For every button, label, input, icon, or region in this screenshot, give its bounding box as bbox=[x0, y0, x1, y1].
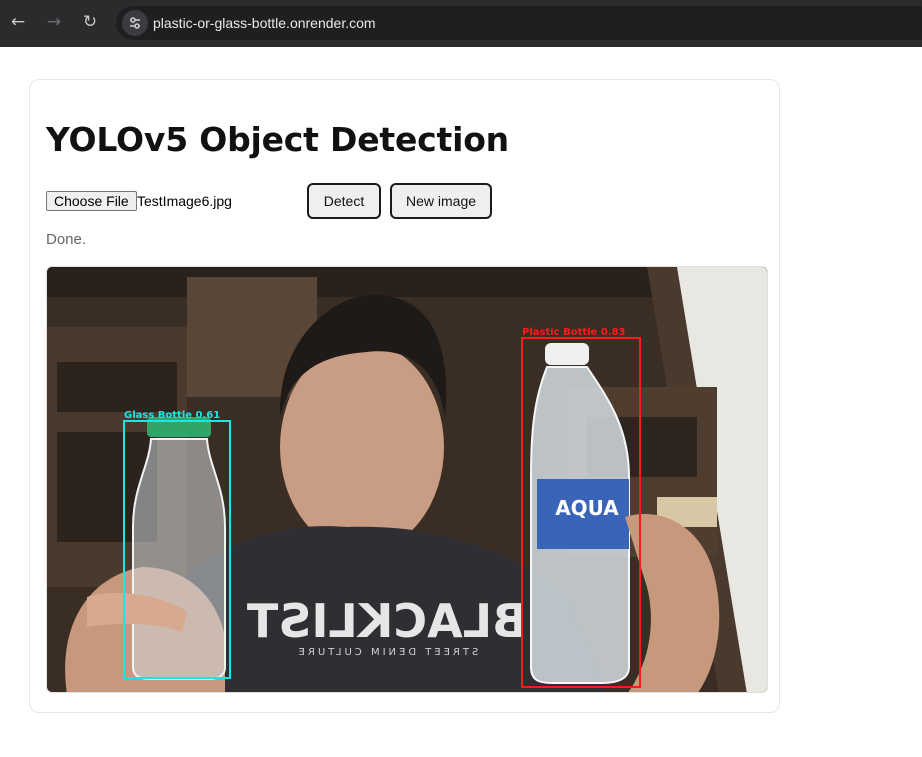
svg-text:STREET DENIM CULTURE: STREET DENIM CULTURE bbox=[296, 647, 479, 658]
svg-text:Plastic Bottle 0.83: Plastic Bottle 0.83 bbox=[522, 327, 626, 338]
page-title: YOLOv5 Object Detection bbox=[46, 120, 509, 159]
svg-text:BLACKLIST: BLACKLIST bbox=[246, 594, 527, 648]
forward-arrow-icon[interactable]: → bbox=[43, 11, 65, 33]
address-bar[interactable]: plastic-or-glass-bottle.onrender.com bbox=[116, 6, 922, 40]
face bbox=[280, 342, 444, 552]
selected-file-name: TestImage6.jpg bbox=[137, 193, 232, 209]
choose-file-button[interactable]: Choose File bbox=[46, 191, 137, 211]
url-text[interactable]: plastic-or-glass-bottle.onrender.com bbox=[153, 15, 376, 31]
detection-card: YOLOv5 Object Detection Choose File Test… bbox=[29, 79, 780, 713]
new-image-button[interactable]: New image bbox=[390, 183, 492, 219]
detection-result-image: BLACKLIST STREET DENIM CULTURE AQUA Glas… bbox=[46, 266, 768, 693]
browser-toolbar: ← → ↻ plastic-or-glass-bottle.onrender.c… bbox=[0, 0, 922, 47]
svg-text:AQUA: AQUA bbox=[555, 496, 619, 520]
status-text: Done. bbox=[46, 231, 87, 248]
svg-text:Glass Bottle 0.61: Glass Bottle 0.61 bbox=[124, 410, 220, 421]
back-arrow-icon[interactable]: ← bbox=[7, 11, 29, 33]
site-settings-icon[interactable] bbox=[122, 10, 148, 36]
detect-button[interactable]: Detect bbox=[307, 183, 381, 219]
reload-icon[interactable]: ↻ bbox=[79, 11, 101, 33]
